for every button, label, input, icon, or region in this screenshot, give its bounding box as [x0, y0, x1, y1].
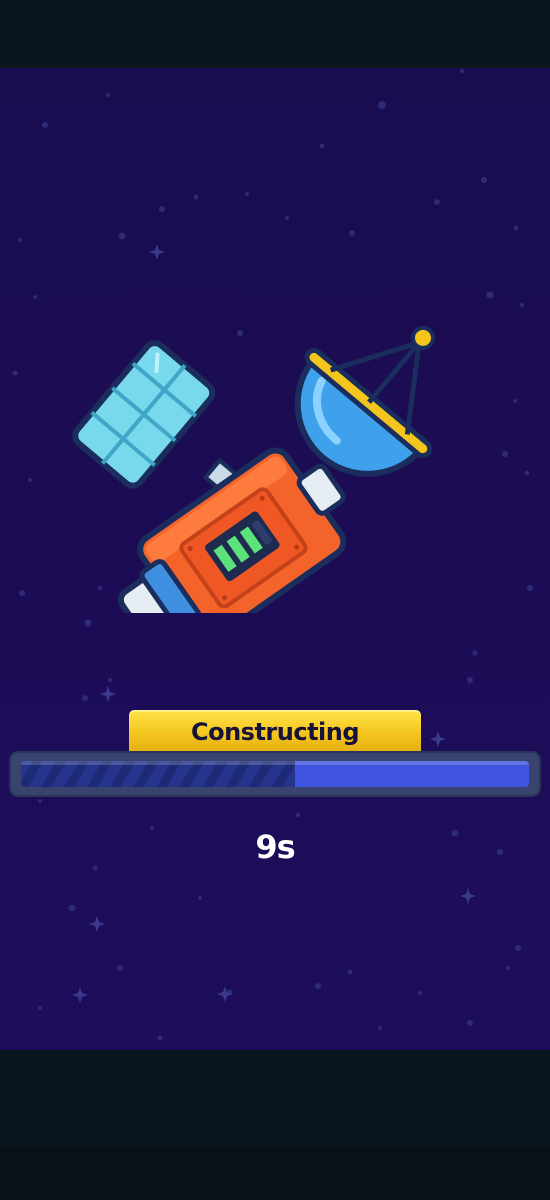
progress-bar	[9, 751, 541, 797]
progress-bar-track	[21, 761, 529, 787]
time-remaining: 9s	[255, 828, 295, 866]
top-bar	[0, 0, 550, 68]
bottom-bar	[0, 1050, 550, 1146]
status-label: Constructing	[190, 718, 360, 746]
navigation-strip	[0, 1146, 550, 1200]
game-area: Constructing 9s	[0, 68, 550, 1050]
status-banner: Constructing	[129, 710, 421, 754]
satellite-icon	[72, 325, 435, 613]
progress-bar-highlight	[21, 761, 529, 765]
